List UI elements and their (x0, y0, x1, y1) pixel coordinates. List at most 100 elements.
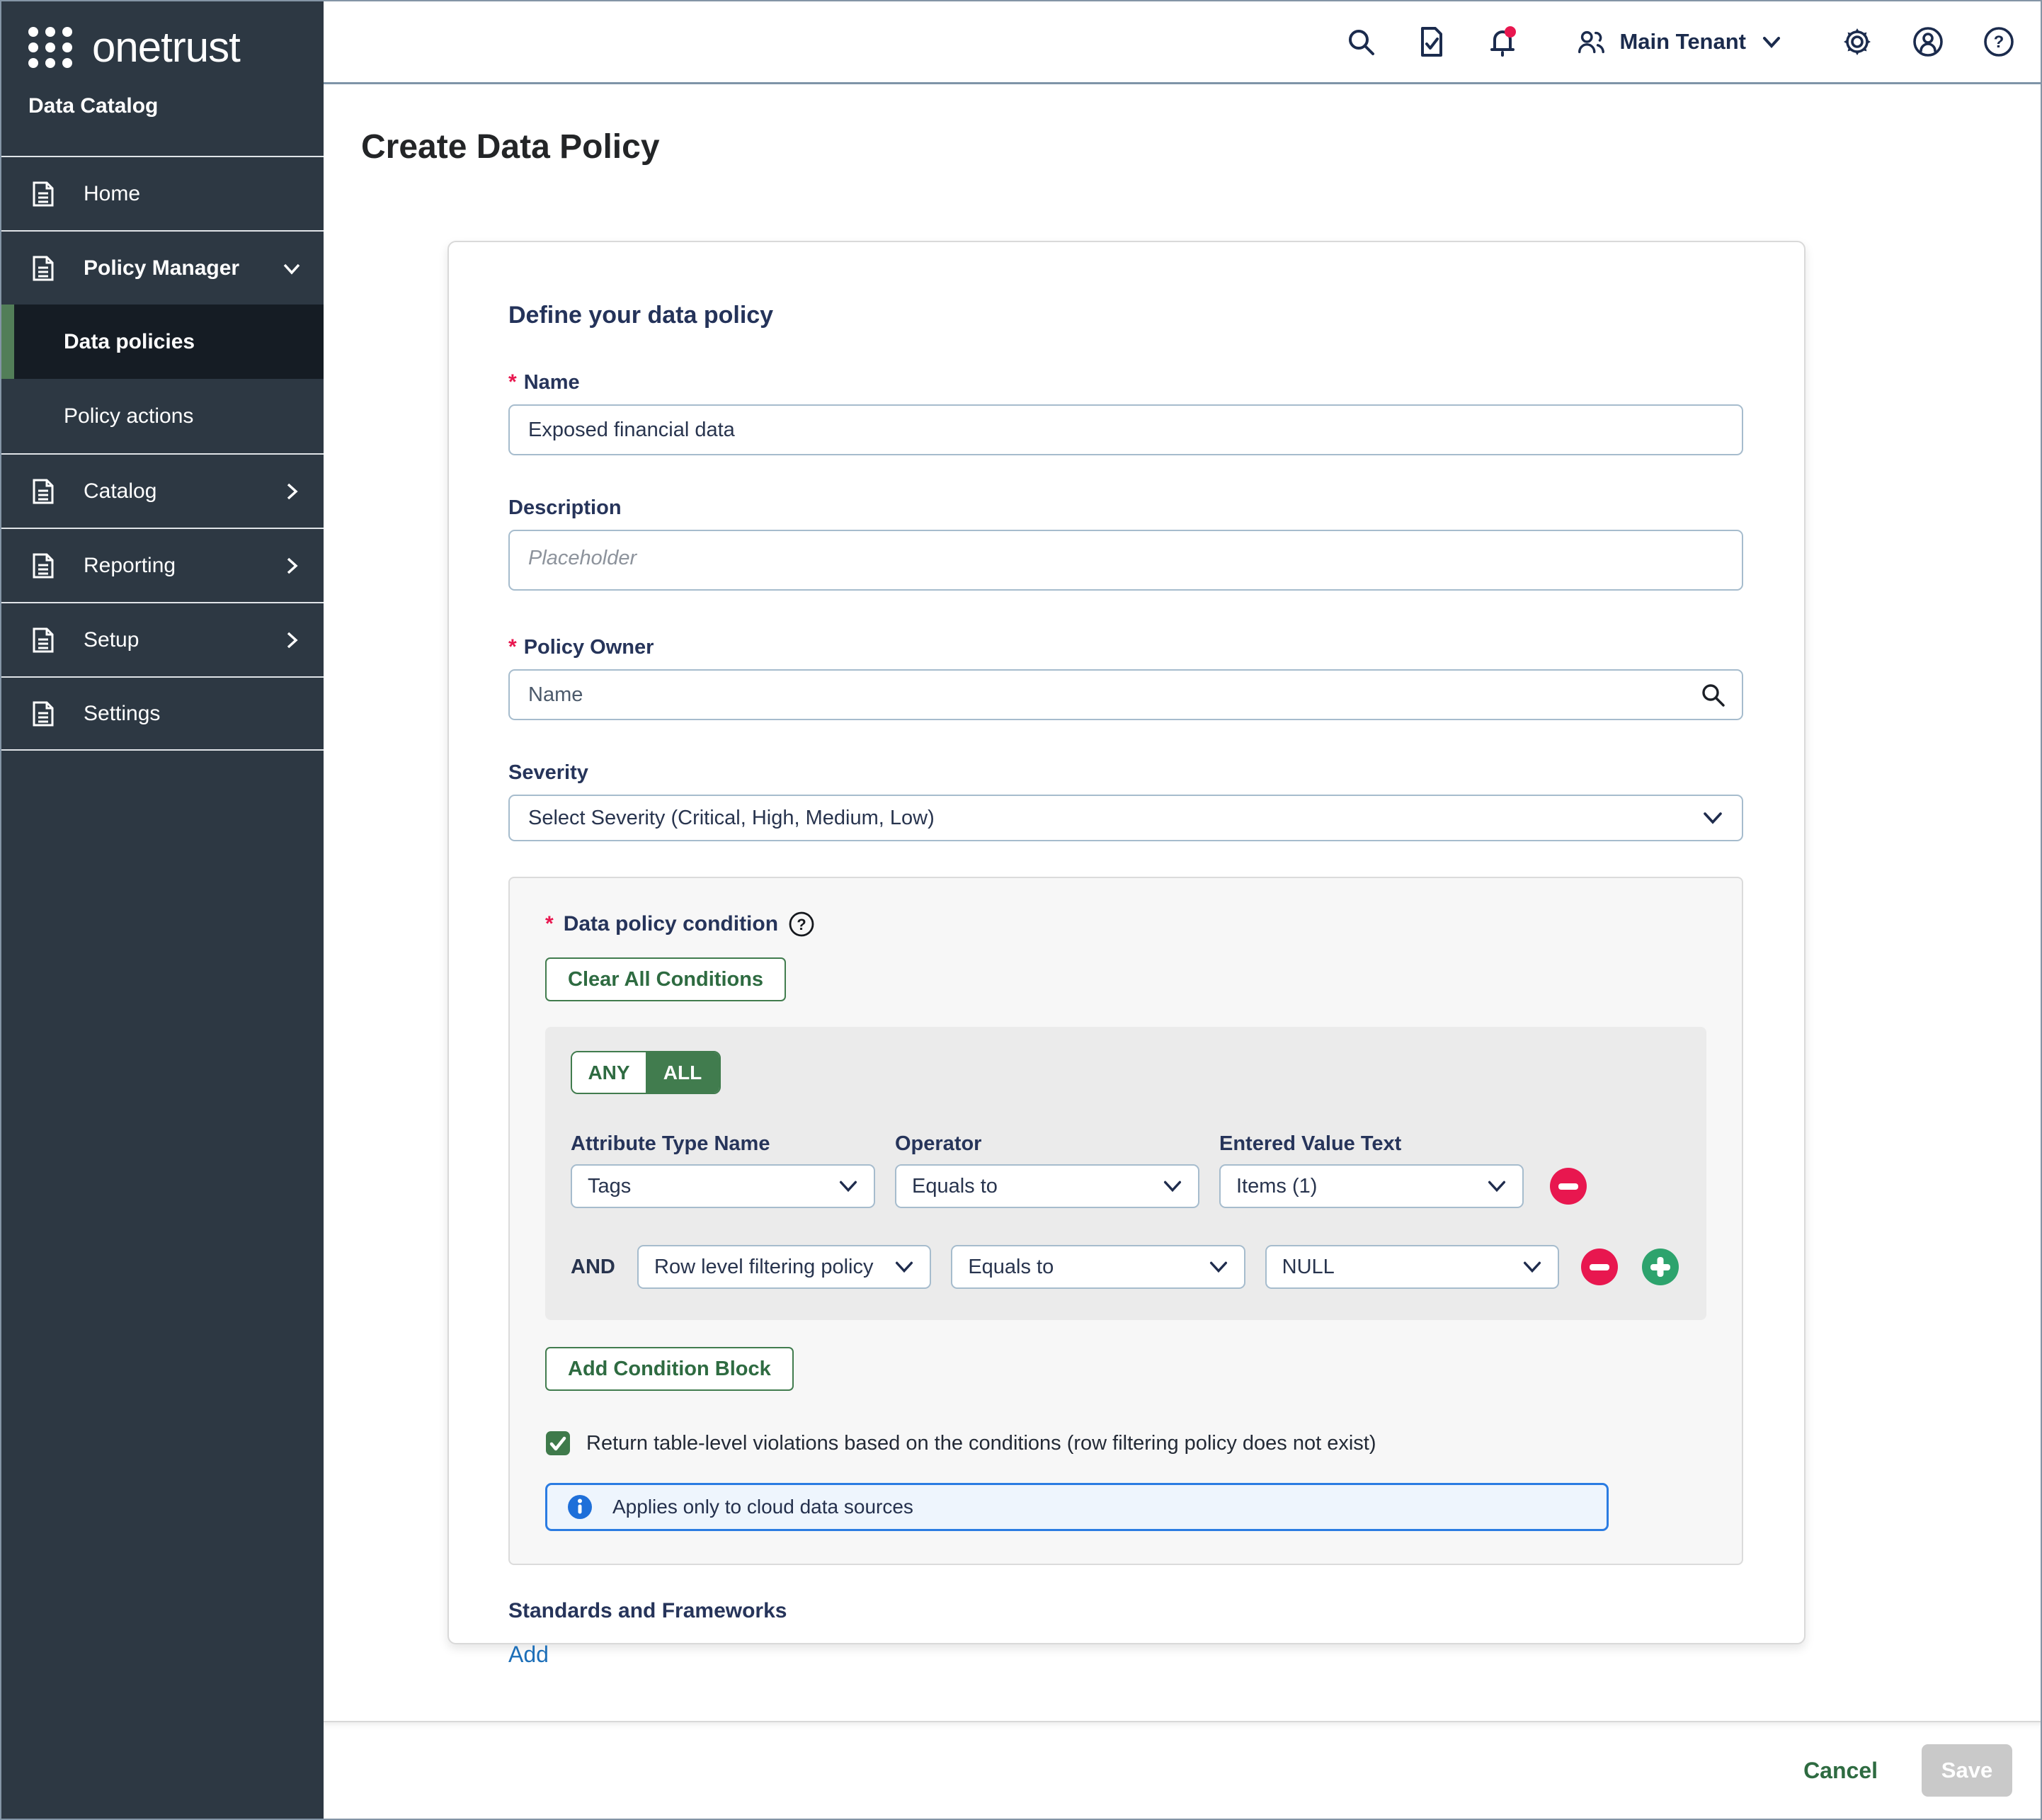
name-field-group: * Name (508, 370, 1743, 455)
search-icon[interactable] (1345, 25, 1377, 58)
remove-circle-icon (1579, 1246, 1620, 1287)
bell-icon[interactable] (1486, 25, 1519, 58)
standards-frameworks-label: Standards and Frameworks (508, 1599, 1743, 1623)
condition-row: AND Row level filtering policy Equals to… (571, 1245, 1681, 1289)
description-field-group: Description (508, 496, 1743, 594)
section-title: Define your data policy (508, 302, 1743, 329)
sidebar-item-setup[interactable]: Setup (1, 602, 324, 676)
sidebar-item-label: Home (84, 182, 304, 206)
policy-owner-field-group: * Policy Owner (508, 635, 1743, 720)
info-banner-text: Applies only to cloud data sources (612, 1496, 913, 1518)
severity-select[interactable]: Select Severity (Critical, High, Medium,… (508, 795, 1743, 841)
gear-icon[interactable] (1841, 25, 1873, 58)
tenant-switcher[interactable]: Main Tenant (1575, 26, 1784, 57)
sidebar-item-reporting[interactable]: Reporting (1, 528, 324, 602)
document-icon (28, 477, 58, 506)
chevron-down-icon (1521, 1256, 1544, 1278)
add-circle-icon (1640, 1246, 1681, 1287)
remove-circle-icon (1548, 1166, 1589, 1207)
remove-condition-button[interactable] (1548, 1166, 1589, 1207)
operator-column-label: Operator (895, 1132, 1199, 1156)
chevron-right-icon (280, 554, 304, 578)
app-window: onetrust Data Catalog Home Policy Manage… (0, 0, 2042, 1820)
brand-logo: onetrust (1, 1, 324, 72)
chevron-down-icon (893, 1256, 916, 1278)
info-circle-icon (567, 1494, 593, 1520)
severity-field-group: Severity Select Severity (Critical, High… (508, 761, 1743, 841)
attribute-select[interactable]: Tags (571, 1164, 875, 1208)
severity-select-value: Select Severity (Critical, High, Medium,… (528, 807, 935, 830)
sidebar-nav: Home Policy Manager Data policies Policy… (1, 156, 324, 751)
sidebar-item-label: Reporting (84, 554, 254, 578)
standards-add-link[interactable]: Add (508, 1642, 549, 1668)
sidebar-item-settings[interactable]: Settings (1, 676, 324, 751)
sidebar: onetrust Data Catalog Home Policy Manage… (1, 1, 324, 1819)
help-icon[interactable]: ? (1983, 25, 2015, 58)
document-icon (28, 625, 58, 655)
sidebar-item-policy-actions[interactable]: Policy actions (1, 379, 324, 453)
operator-select[interactable]: Equals to (895, 1164, 1199, 1208)
required-marker: * (508, 635, 517, 659)
value-column-label: Entered Value Text (1219, 1132, 1524, 1156)
chevron-down-icon (280, 256, 304, 280)
operator-select[interactable]: Equals to (951, 1245, 1245, 1289)
chevron-right-icon (280, 479, 304, 504)
sidebar-item-policy-manager[interactable]: Policy Manager (1, 230, 324, 305)
add-condition-block-button[interactable]: Add Condition Block (545, 1347, 794, 1391)
condition-block: ANY ALL Attribute Type Name Operator Ent… (545, 1027, 1706, 1320)
table-level-violations-label: Return table-level violations based on t… (586, 1432, 1376, 1455)
table-level-violations-checkbox[interactable] (545, 1431, 571, 1456)
account-icon[interactable] (1912, 25, 1944, 58)
page-title: Create Data Policy (361, 127, 660, 166)
sidebar-item-label: Policy Manager (84, 256, 254, 280)
toggle-any[interactable]: ANY (572, 1052, 646, 1093)
policy-owner-label: * Policy Owner (508, 635, 1743, 659)
sidebar-item-catalog[interactable]: Catalog (1, 453, 324, 528)
remove-condition-button[interactable] (1579, 1246, 1620, 1287)
document-icon (28, 179, 58, 209)
document-icon (28, 254, 58, 283)
chevron-down-icon (1701, 806, 1725, 830)
required-marker: * (545, 912, 554, 936)
sidebar-item-label: Data policies (64, 330, 304, 354)
tenant-label: Main Tenant (1619, 29, 1746, 55)
description-label: Description (508, 496, 1743, 520)
magnifier-icon[interactable] (1699, 681, 1726, 708)
top-header: Main Tenant ? (324, 1, 2041, 84)
chevron-down-icon (1207, 1256, 1230, 1278)
sidebar-item-home[interactable]: Home (1, 156, 324, 230)
cancel-button[interactable]: Cancel (1803, 1758, 1878, 1784)
toggle-all[interactable]: ALL (646, 1052, 719, 1093)
document-icon (28, 699, 58, 729)
description-input[interactable] (508, 530, 1743, 591)
save-button[interactable]: Save (1922, 1744, 2012, 1797)
form-footer: Cancel Save (324, 1721, 2041, 1819)
condition-column-labels: Attribute Type Name Operator Entered Val… (571, 1132, 1681, 1156)
sidebar-item-data-policies[interactable]: Data policies (1, 305, 324, 379)
question-circle-icon[interactable]: ? (788, 911, 815, 938)
condition-title: Data policy condition (564, 912, 778, 936)
sidebar-item-label: Catalog (84, 479, 254, 504)
notification-dot (1505, 26, 1516, 38)
logo-wordmark: onetrust (92, 23, 240, 72)
apps-grid-icon (27, 24, 74, 71)
document-check-icon[interactable] (1415, 25, 1448, 58)
clear-all-conditions-button[interactable]: Clear All Conditions (545, 957, 786, 1001)
chevron-down-icon (1485, 1175, 1508, 1198)
value-select[interactable]: Items (1) (1219, 1164, 1524, 1208)
name-input[interactable] (508, 404, 1743, 455)
condition-panel: * Data policy condition ? Clear All Cond… (508, 877, 1743, 1565)
value-select[interactable]: NULL (1265, 1245, 1559, 1289)
main-content: Create Data Policy Define your data poli… (324, 86, 2041, 1721)
chevron-down-icon (837, 1175, 860, 1198)
attribute-select[interactable]: Row level filtering policy (637, 1245, 931, 1289)
chevron-down-icon (1759, 29, 1784, 55)
table-level-violations-row: Return table-level violations based on t… (545, 1431, 1706, 1456)
condition-row: Tags Equals to Items (1) (571, 1164, 1681, 1208)
required-marker: * (508, 370, 517, 394)
chevron-right-icon (280, 628, 304, 652)
product-name: Data Catalog (1, 72, 324, 118)
add-condition-button[interactable] (1640, 1246, 1681, 1287)
name-label: * Name (508, 370, 1743, 394)
policy-owner-input[interactable] (508, 669, 1743, 720)
